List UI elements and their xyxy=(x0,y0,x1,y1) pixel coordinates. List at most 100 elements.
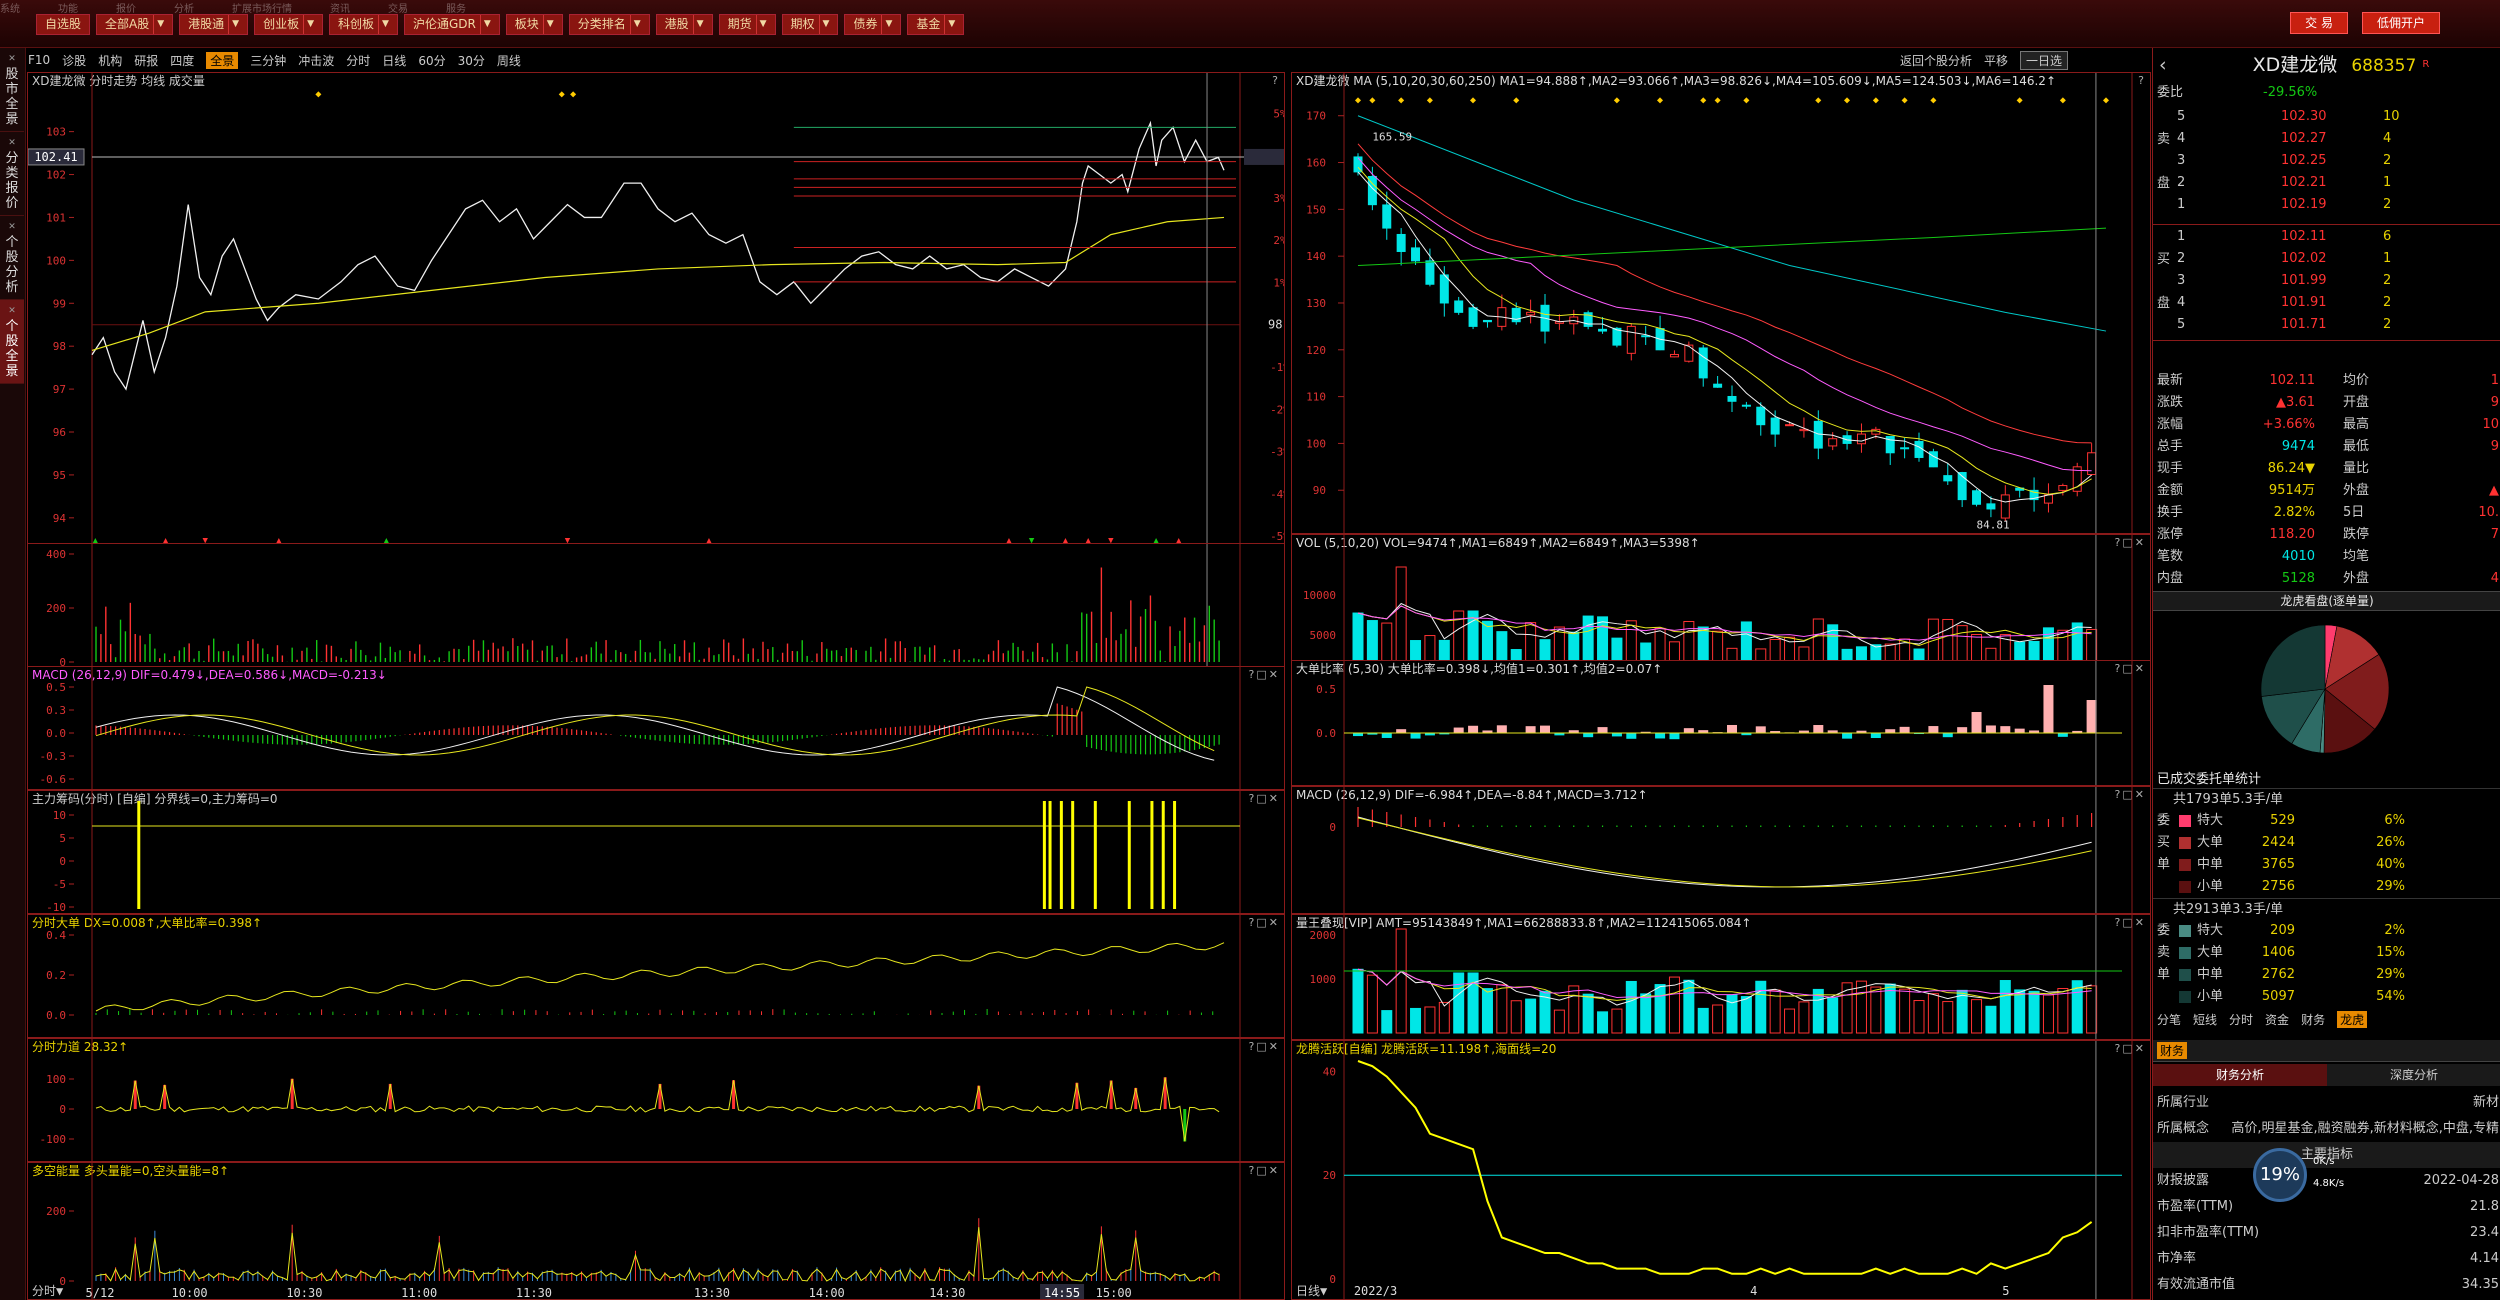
cw-subtab-finance[interactable]: 财务分析 xyxy=(2153,1064,2327,1086)
market-button-3[interactable]: 创业板 ▼ xyxy=(254,14,324,35)
market-button-6[interactable]: 板块 ▼ xyxy=(505,14,563,35)
buy-level-4[interactable]: 4 101.91 2 xyxy=(2153,292,2500,314)
menu-item-7[interactable]: 服务 xyxy=(446,4,466,14)
market-button-7[interactable]: 分类排名 ▼ xyxy=(568,14,650,35)
daily-kline-panel[interactable]: XD建龙微 MA (5,10,20,30,60,250) MA1=94.888↑… xyxy=(1291,72,2151,534)
right-tab-5[interactable]: 龙虎 xyxy=(2337,1010,2368,1028)
menu-item-6[interactable]: 交易 xyxy=(388,4,408,14)
market-button-8[interactable]: 港股 ▼ xyxy=(655,14,713,35)
big-order-panel[interactable]: 分时大单 DX=0.008↑,大单比率=0.398↑ ?□✕ 0.4 0.2 0.0 xyxy=(27,914,1285,1038)
right-tab-2[interactable]: 分时 xyxy=(2229,1011,2253,1028)
price-tick: 96 xyxy=(53,426,66,439)
close-icon[interactable]: ✕ xyxy=(0,52,24,67)
left-tab-0[interactable]: ✕ 股市全景 xyxy=(0,48,24,132)
ratio-bar xyxy=(1928,726,1939,733)
force-panel[interactable]: 分时力道 28.32↑ ?□✕ 100 0 -100 xyxy=(27,1038,1285,1162)
buy-level-2[interactable]: 2 102.02 1 xyxy=(2153,248,2500,270)
subbar-item-9[interactable]: 日线 xyxy=(382,52,406,69)
subbar-item-7[interactable]: 冲击波 xyxy=(298,52,334,69)
subbar-item-8[interactable]: 分时 xyxy=(346,52,370,69)
daily-active-panel[interactable]: 龙腾活跃[自编] 龙腾活跃=11.198↑,海面线=20 ?□✕ 40 20 0 日线… xyxy=(1291,1040,2151,1300)
market-button-9[interactable]: 期货 ▼ xyxy=(718,14,776,35)
daily-bigratio-panel[interactable]: 大单比率 (5,30) 大单比率=0.398↓,均值1=0.301↑,均值2=0… xyxy=(1291,660,2151,786)
daily-amt-panel[interactable]: 量王叠现[VIP] AMT=95143849↑,MA1=66288833.8↑,… xyxy=(1291,914,2151,1040)
market-button-11[interactable]: 债券 ▼ xyxy=(844,14,902,35)
daily-timeframe-label[interactable]: 日线▼ xyxy=(1296,1284,1328,1298)
market-button-10[interactable]: 期权 ▼ xyxy=(781,14,839,35)
subbar-item-12[interactable]: 周线 xyxy=(497,52,521,69)
subbar-item-11[interactable]: 30分 xyxy=(458,52,485,69)
subbar-item-6[interactable]: 三分钟 xyxy=(250,52,286,69)
right-tab-3[interactable]: 资金 xyxy=(2265,1011,2289,1028)
cw-subtab-deep[interactable]: 深度分析 xyxy=(2327,1064,2500,1086)
subbar2-item-2[interactable]: 一日选 xyxy=(2020,50,2069,70)
buy-level-3[interactable]: 3 101.99 2 xyxy=(2153,270,2500,292)
ratio-bar xyxy=(1669,733,1680,740)
buy-level-5[interactable]: 5 101.71 2 xyxy=(2153,314,2500,336)
menu-item-2[interactable]: 报价 xyxy=(116,4,136,14)
macd-tick: -0.3 xyxy=(40,750,67,763)
subbar-item-1[interactable]: 诊股 xyxy=(62,52,86,69)
current-price-label: 102.41 xyxy=(34,150,77,164)
subbar2-item-1[interactable]: 平移 xyxy=(1984,52,2008,69)
main-chips-panel[interactable]: 主力筹码(分时) [自编] 分界线=0,主力筹码=0 ?□✕ 10 5 0 -5 -10 xyxy=(27,790,1285,914)
left-tab-char: 类 xyxy=(5,166,19,181)
sell-level-3[interactable]: 3 102.25 2 xyxy=(2153,150,2500,172)
daily-bar xyxy=(1755,980,1767,1034)
daily-macd-panel[interactable]: MACD (26,12,9) DIF=-6.984↑,DEA=-8.84↑,MA… xyxy=(1291,786,2151,914)
ma-line-3 xyxy=(1357,143,2092,444)
left-tab-3[interactable]: ✕ 个股全景 xyxy=(0,300,24,384)
finance-value: 新材 xyxy=(2472,1095,2499,1110)
market-button-4[interactable]: 科创板 ▼ xyxy=(329,14,398,35)
candle-body xyxy=(1482,319,1492,323)
market-button-12[interactable]: 基金 ▼ xyxy=(907,14,965,35)
subbar-item-3[interactable]: 研报 xyxy=(134,52,158,69)
close-icon[interactable]: ✕ xyxy=(0,136,24,151)
cw-subtabs: 财务分析 深度分析 xyxy=(2153,1064,2500,1086)
intraday-macd-panel[interactable]: MACD (26,12,9) DIF=0.479↓,DEA=0.586↓,MAC… xyxy=(27,666,1285,790)
subbar-item-0[interactable]: F10 xyxy=(28,53,50,67)
cw-tab[interactable]: 财务 xyxy=(2157,1042,2188,1059)
back-arrow-icon[interactable]: ‹ xyxy=(2159,54,2167,76)
buy-percent: 26% xyxy=(2376,835,2405,850)
menu-item-4[interactable]: 扩展市场行情 xyxy=(232,4,292,14)
market-button-label: 自选股 xyxy=(45,17,82,31)
subbar-item-10[interactable]: 60分 xyxy=(418,52,445,69)
price-tick: 99 xyxy=(53,297,66,310)
sell-level-4[interactable]: 4 102.27 4 xyxy=(2153,128,2500,150)
trade-button[interactable]: 交 易 xyxy=(2290,12,2348,34)
subbar-item-5[interactable]: 全景 xyxy=(206,51,239,69)
buy-level-1[interactable]: 1 102.11 6 xyxy=(2153,226,2500,248)
timeframe-label[interactable]: 分时▼ xyxy=(32,1284,64,1298)
daily-macd-tick: 0 xyxy=(1329,821,1336,834)
close-icon[interactable]: ✕ xyxy=(0,304,24,319)
sell-level-1[interactable]: 1 102.19 2 xyxy=(2153,194,2500,216)
right-tab-0[interactable]: 分笔 xyxy=(2157,1011,2181,1028)
pct-tick: -2% xyxy=(1270,403,1285,416)
left-tab-2[interactable]: ✕ 个股分析 xyxy=(0,216,24,300)
left-tab-1[interactable]: ✕ 分类报价 xyxy=(0,132,24,216)
close-icon[interactable]: ✕ xyxy=(0,220,24,235)
intraday-price-panel[interactable]: XD建龙微 分时走势 均线 成交量 ? 103 102 101 100 99 98 97 96… xyxy=(27,72,1285,544)
menu-item-1[interactable]: 功能 xyxy=(58,4,78,14)
menu-item-5[interactable]: 资讯 xyxy=(330,4,350,14)
market-button-1[interactable]: 全部A股 ▼ xyxy=(96,14,174,35)
daily-bar xyxy=(2086,985,2098,1034)
market-button-5[interactable]: 沪伦通GDR ▼ xyxy=(403,14,500,35)
subbar-item-4[interactable]: 四度 xyxy=(170,52,194,69)
menu-item-3[interactable]: 分析 xyxy=(174,4,194,14)
menu-item-0[interactable]: 系统 xyxy=(0,4,20,14)
daily-volume-panel[interactable]: VOL (5,10,20) VOL=9474↑,MA1=6849↑,MA2=68… xyxy=(1291,534,2151,680)
right-tab-1[interactable]: 短线 xyxy=(2193,1011,2217,1028)
left-tab-char: 分 xyxy=(5,151,19,166)
sell-level-5[interactable]: 5 102.30 10 xyxy=(2153,106,2500,128)
sell-level-2[interactable]: 2 102.21 1 xyxy=(2153,172,2500,194)
market-button-0[interactable]: 自选股 xyxy=(36,14,91,35)
open-account-button[interactable]: 低佣开户 xyxy=(2361,12,2440,34)
subbar-item-2[interactable]: 机构 xyxy=(98,52,122,69)
long-short-panel[interactable]: 多空能量 多头量能=0,空头量能=8↑ ?□✕ 200 0 分时▼ 5/12 10:00… xyxy=(27,1162,1285,1300)
subbar2-item-0[interactable]: 返回个股分析 xyxy=(1900,52,1972,69)
intraday-volume-panel[interactable]: 400 200 0 xyxy=(27,543,1285,685)
right-tab-4[interactable]: 财务 xyxy=(2301,1011,2325,1028)
market-button-2[interactable]: 港股通 ▼ xyxy=(179,14,249,35)
